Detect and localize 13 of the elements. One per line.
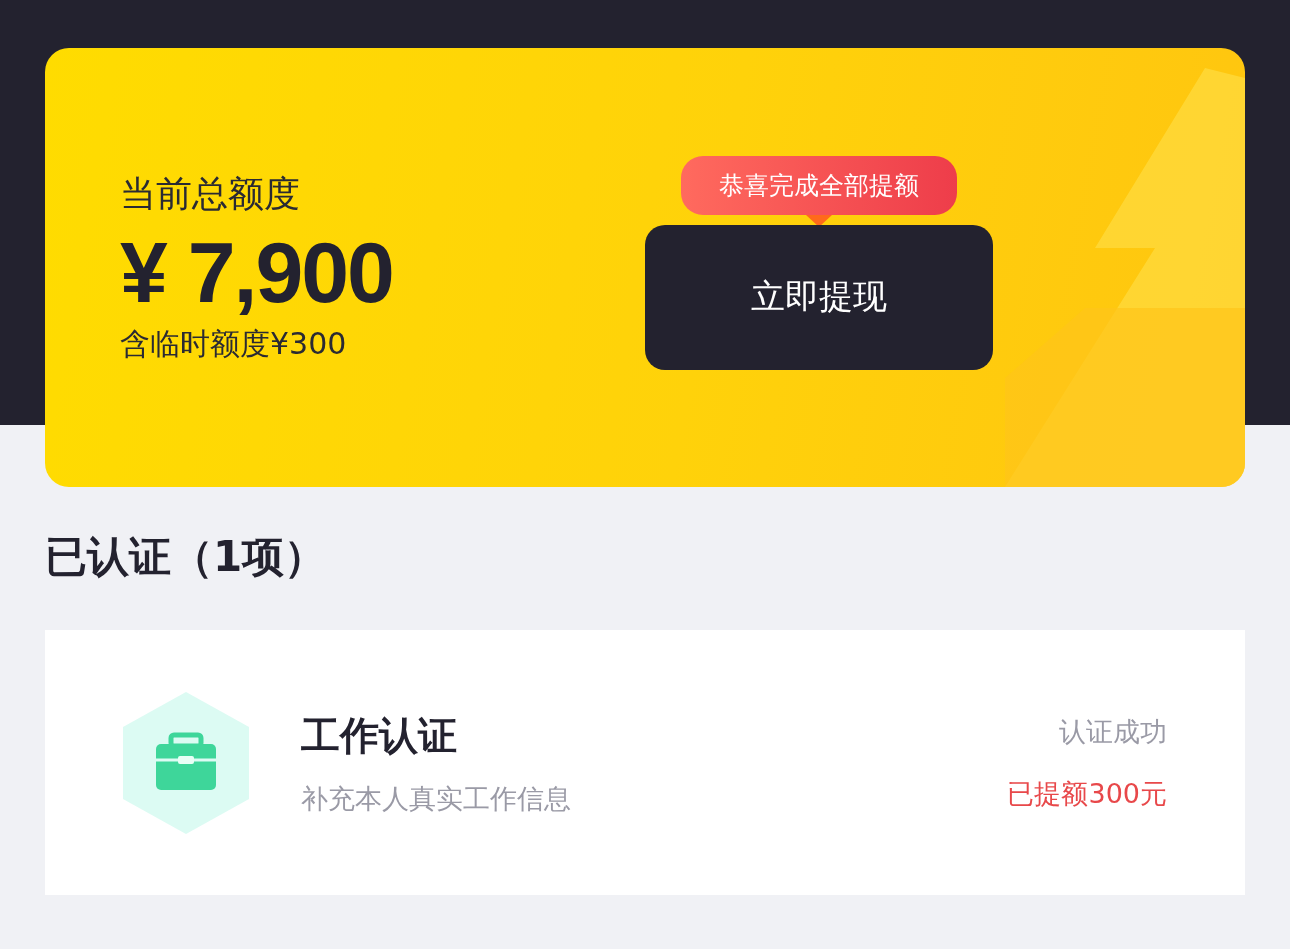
credit-note: 含临时额度¥300 — [120, 324, 348, 363]
credit-amount: ¥ 7,900 — [120, 225, 394, 320]
briefcase-icon — [123, 691, 249, 834]
congrats-badge: 恭喜完成全部提额 — [681, 155, 957, 215]
verification-card[interactable]: 工作认证 补充本人真实工作信息 认证成功 已提额300元 — [45, 630, 1245, 895]
item-title: 工作认证 — [301, 711, 458, 760]
credit-label: 当前总额度 — [120, 172, 301, 217]
item-subtitle: 补充本人真实工作信息 — [301, 781, 572, 816]
section-title: 已认证（1项） — [45, 531, 328, 583]
bonus-text: 已提额300元 — [1007, 776, 1167, 811]
status-text: 认证成功 — [1059, 714, 1167, 749]
pointer-icon — [806, 214, 832, 227]
withdraw-button[interactable]: 立即提现 — [645, 224, 993, 370]
